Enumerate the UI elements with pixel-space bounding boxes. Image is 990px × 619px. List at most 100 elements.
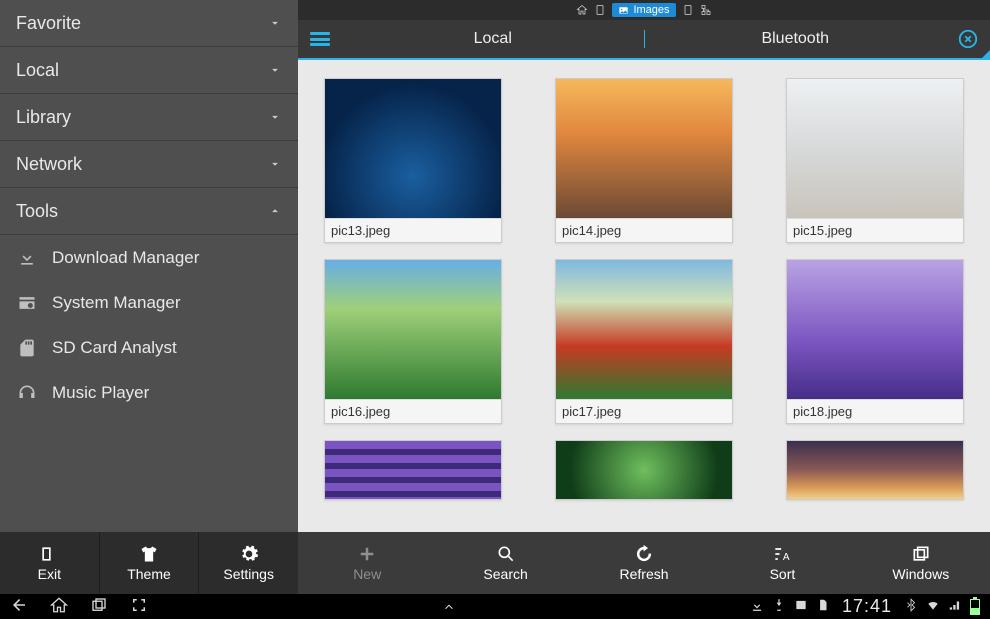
thumbnail-filename: pic13.jpeg bbox=[325, 219, 501, 242]
sidebar-section-label: Local bbox=[16, 60, 59, 81]
sidebar-item-sd-card-analyst[interactable]: SD Card Analyst bbox=[0, 325, 298, 370]
signal-status-icon bbox=[948, 598, 962, 615]
sidebar-item-download-manager[interactable]: Download Manager bbox=[0, 235, 298, 280]
sidebar-section-local[interactable]: Local bbox=[0, 47, 298, 94]
header-tab-label: Local bbox=[474, 30, 512, 48]
content-area: Images Local bbox=[298, 0, 990, 594]
sort-button-label: Sort bbox=[770, 566, 796, 582]
chevron-down-icon bbox=[268, 63, 282, 77]
thumbnail-filename: pic16.jpeg bbox=[325, 400, 501, 423]
battery-status-icon bbox=[970, 599, 980, 615]
refresh-button[interactable]: Refresh bbox=[575, 532, 713, 594]
refresh-icon bbox=[634, 544, 654, 564]
window-gear-icon bbox=[16, 292, 38, 314]
image-thumbnail[interactable]: pic17.jpeg bbox=[555, 259, 733, 424]
system-screenshot-button[interactable] bbox=[130, 596, 148, 617]
resize-corner-icon bbox=[980, 50, 990, 60]
header-tab-local[interactable]: Local bbox=[342, 20, 644, 58]
sidebar-item-label: SD Card Analyst bbox=[52, 338, 177, 358]
thumbnail-image bbox=[787, 79, 963, 219]
sidebar-section-tools[interactable]: Tools bbox=[0, 188, 298, 235]
plus-icon bbox=[357, 544, 377, 564]
sidebar-section-favorite[interactable]: Favorite bbox=[0, 0, 298, 47]
sim-status-icon bbox=[816, 598, 830, 615]
close-circle-icon bbox=[957, 28, 979, 50]
thumbnail-image bbox=[787, 441, 963, 499]
usb-status-icon bbox=[772, 598, 786, 615]
new-button[interactable]: New bbox=[298, 532, 436, 594]
sidebar: Favorite Local Library Network bbox=[0, 0, 298, 594]
header-bar: Local Bluetooth bbox=[298, 20, 990, 60]
content-bottom-toolbar: New Search Refresh A Sort Windows bbox=[298, 532, 990, 594]
sort-button[interactable]: A Sort bbox=[713, 532, 851, 594]
active-window-tab[interactable]: Images bbox=[612, 3, 675, 17]
exit-button[interactable]: Exit bbox=[0, 532, 100, 594]
exit-button-label: Exit bbox=[38, 566, 61, 582]
download-status-icon bbox=[750, 598, 764, 615]
thumbnail-image bbox=[556, 441, 732, 499]
download-icon bbox=[16, 247, 38, 269]
thumbnail-image bbox=[556, 79, 732, 219]
header-tab-label: Bluetooth bbox=[761, 30, 829, 48]
image-thumbnail[interactable] bbox=[555, 440, 733, 500]
bluetooth-status-icon bbox=[904, 598, 918, 615]
thumbnail-image bbox=[325, 260, 501, 400]
sidebar-item-music-player[interactable]: Music Player bbox=[0, 370, 298, 415]
image-icon bbox=[618, 5, 629, 16]
search-button[interactable]: Search bbox=[436, 532, 574, 594]
home-outline-icon[interactable] bbox=[576, 4, 588, 16]
thumbnail-filename: pic14.jpeg bbox=[556, 219, 732, 242]
device-outline-icon[interactable] bbox=[594, 4, 606, 16]
image-thumbnail[interactable] bbox=[786, 440, 964, 500]
svg-text:A: A bbox=[783, 552, 790, 563]
sd-card-icon bbox=[16, 337, 38, 359]
system-back-button[interactable] bbox=[10, 596, 28, 617]
windows-button[interactable]: Windows bbox=[852, 532, 990, 594]
sidebar-section-label: Network bbox=[16, 154, 82, 175]
menu-button[interactable] bbox=[298, 20, 342, 58]
system-expand-handle[interactable] bbox=[442, 599, 456, 615]
sidebar-item-system-manager[interactable]: System Manager bbox=[0, 280, 298, 325]
image-grid[interactable]: pic13.jpeg pic14.jpeg pic15.jpeg pic16.j… bbox=[298, 60, 990, 532]
sidebar-bottom-toolbar: Exit Theme Settings bbox=[0, 532, 298, 594]
gallery-status-icon bbox=[794, 598, 808, 615]
gear-icon bbox=[239, 544, 259, 564]
thumbnail-image bbox=[325, 79, 501, 219]
refresh-button-label: Refresh bbox=[620, 566, 669, 582]
chevron-down-icon bbox=[268, 157, 282, 171]
image-thumbnail[interactable]: pic14.jpeg bbox=[555, 78, 733, 243]
sidebar-item-label: Music Player bbox=[52, 383, 149, 403]
theme-button[interactable]: Theme bbox=[100, 532, 200, 594]
system-recent-apps-button[interactable] bbox=[90, 596, 108, 617]
status-clock: 17:41 bbox=[838, 596, 896, 617]
settings-button[interactable]: Settings bbox=[199, 532, 298, 594]
hamburger-icon bbox=[310, 32, 330, 46]
thumbnail-filename: pic15.jpeg bbox=[787, 219, 963, 242]
sidebar-section-network[interactable]: Network bbox=[0, 141, 298, 188]
image-thumbnail[interactable]: pic15.jpeg bbox=[786, 78, 964, 243]
sidebar-section-library[interactable]: Library bbox=[0, 94, 298, 141]
system-home-button[interactable] bbox=[50, 596, 68, 617]
image-thumbnail[interactable]: pic13.jpeg bbox=[324, 78, 502, 243]
thumbnail-image bbox=[556, 260, 732, 400]
windows-button-label: Windows bbox=[892, 566, 949, 582]
image-thumbnail[interactable]: pic16.jpeg bbox=[324, 259, 502, 424]
chevron-down-icon bbox=[268, 110, 282, 124]
sidebar-section-label: Tools bbox=[16, 201, 58, 222]
theme-button-label: Theme bbox=[127, 566, 171, 582]
network-outline-icon[interactable] bbox=[700, 4, 712, 16]
search-icon bbox=[496, 544, 516, 564]
system-nav-bar: 17:41 bbox=[0, 594, 990, 619]
image-thumbnail[interactable] bbox=[324, 440, 502, 500]
thumbnail-filename: pic17.jpeg bbox=[556, 400, 732, 423]
header-tab-bluetooth[interactable]: Bluetooth bbox=[645, 20, 947, 58]
device-outline-icon[interactable] bbox=[682, 4, 694, 16]
active-tab-label: Images bbox=[633, 4, 669, 16]
thumbnail-image bbox=[787, 260, 963, 400]
thumbnail-filename: pic18.jpeg bbox=[787, 400, 963, 423]
sidebar-item-label: Download Manager bbox=[52, 248, 199, 268]
search-button-label: Search bbox=[483, 566, 527, 582]
headphones-icon bbox=[16, 382, 38, 404]
image-thumbnail[interactable]: pic18.jpeg bbox=[786, 259, 964, 424]
window-tabs-bar: Images bbox=[298, 0, 990, 20]
